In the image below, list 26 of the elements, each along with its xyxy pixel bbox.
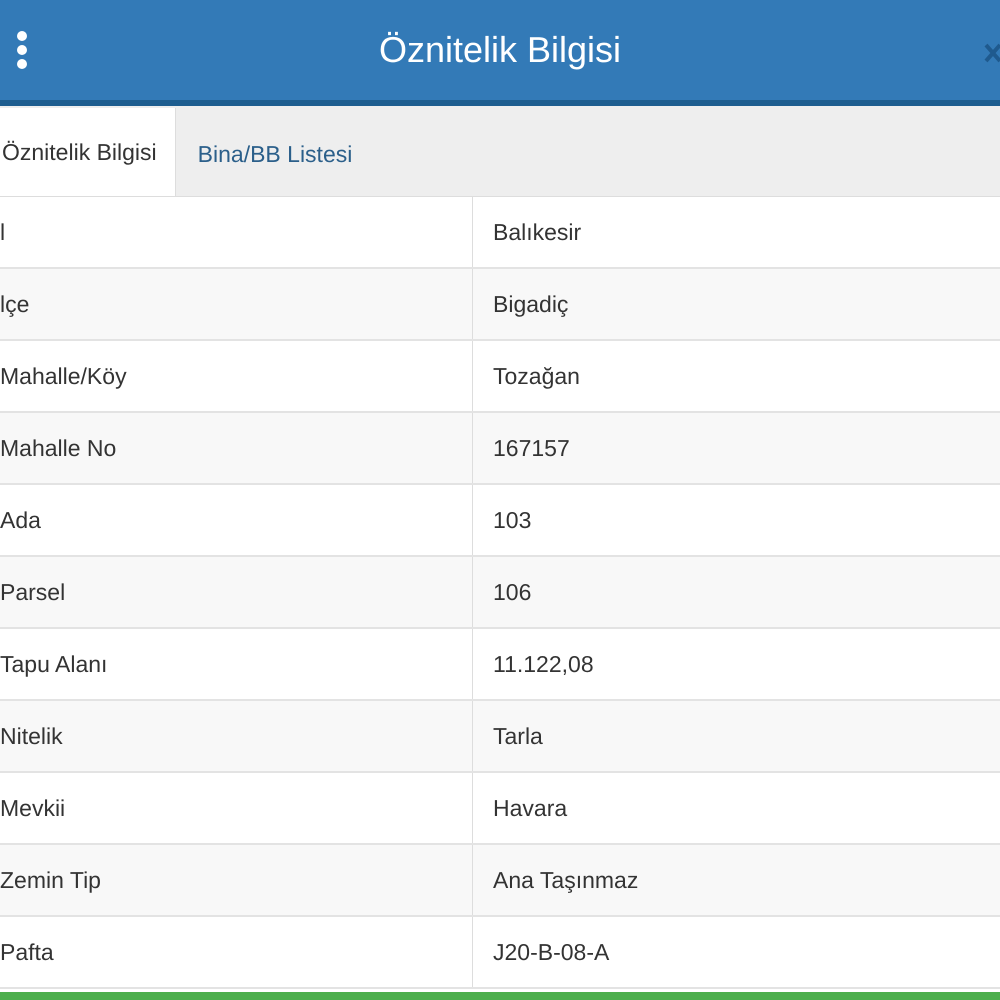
table-cell: Ada — [0, 485, 473, 555]
table-cell-text: Tozağan — [492, 362, 580, 391]
table-cell: Mahalle/Köy — [0, 341, 473, 411]
table-cell: Zemin Tip — [0, 845, 473, 915]
table-cell-text: Ana Taşınmaz — [492, 866, 638, 895]
table-cell: Nitelik — [0, 701, 473, 771]
table-cell-text: 167157 — [492, 434, 570, 462]
table-cell-text: Balıkesir — [492, 218, 582, 246]
table-cell: Mahalle No — [0, 413, 473, 483]
tab[interactable]: Bina/BB Listesi — [176, 112, 374, 196]
table-cell: l — [0, 197, 473, 267]
table-cell: Pafta — [0, 917, 473, 987]
table-cell-text: Bigadiç — [492, 290, 568, 319]
table-cell-text: J20-B-08-A — [492, 938, 610, 966]
table-cell: Tapu Alanı — [0, 629, 473, 699]
table-cell-text: 103 — [492, 506, 532, 534]
table-cell: Mevkii — [0, 773, 473, 843]
table-cell-text: Tarla — [492, 722, 543, 750]
tab[interactable]: Öznitelik Bilgisi — [0, 108, 176, 196]
table-cell-text: 106 — [492, 578, 532, 606]
table-cell: Parsel — [0, 557, 473, 627]
table-cell-text: Havara — [492, 794, 568, 822]
table-cell-text: 11.122,08 — [492, 650, 594, 678]
table-cell: lçe — [0, 269, 473, 339]
menu-icon[interactable] — [15, 30, 29, 70]
dialog-title: Öznitelik Bilgisi — [378, 29, 622, 71]
